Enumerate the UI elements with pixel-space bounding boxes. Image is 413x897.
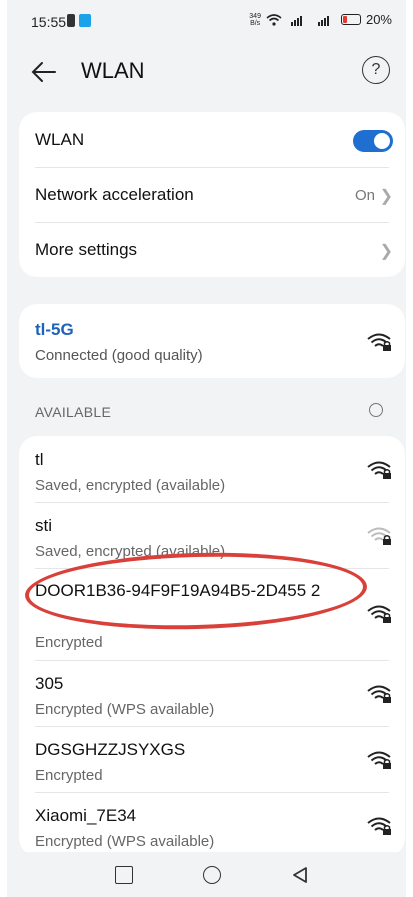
connected-network-status: Connected (good quality) — [35, 347, 203, 364]
network-status: Encrypted (WPS available) — [35, 701, 215, 718]
wlan-toggle-row[interactable]: WLAN — [19, 112, 405, 167]
network-name: DOOR1B36-94F9F19A94B5-2D455 2 — [35, 581, 321, 600]
network-name: sti — [35, 516, 52, 535]
wifi-locked-icon — [367, 751, 391, 769]
network-name: DGSGHZZJSYXGS — [35, 740, 186, 759]
network-status: Saved, encrypted (available) — [35, 543, 226, 560]
more-settings-label: More settings — [35, 240, 138, 259]
network-list-item[interactable]: DGSGHZZJSYXGS Encrypted — [19, 726, 405, 792]
cellular-signal-icon — [290, 15, 302, 26]
status-time: 15:55 — [31, 14, 67, 30]
network-list-item[interactable]: tl Saved, encrypted (available) — [19, 436, 405, 502]
scanning-spinner-icon — [369, 403, 383, 417]
status-bar: 15:55 349 B/s 20% — [7, 0, 406, 44]
network-status: Encrypted (WPS available) — [35, 833, 215, 850]
network-acceleration-label: Network acceleration — [35, 185, 194, 204]
wlan-toggle[interactable] — [353, 130, 393, 152]
available-networks-list: tl Saved, encrypted (available) sti Saved, … — [19, 436, 405, 856]
network-list-item[interactable]: DOOR1B36-94F9F19A94B5-2D455 2 Encrypted — [19, 568, 405, 660]
network-list-item[interactable]: sti Saved, encrypted (available) — [19, 502, 405, 568]
network-name: tl — [35, 450, 44, 469]
status-right-group: 349 B/s 20% — [249, 12, 392, 27]
battery-icon — [340, 14, 361, 25]
wifi-locked-icon — [367, 461, 391, 479]
recent-apps-icon[interactable] — [115, 866, 133, 884]
network-list-item[interactable]: Xiaomi_7E34 Encrypted (WPS available) — [19, 792, 405, 856]
connected-network-card[interactable]: tl-5G Connected (good quality) — [19, 304, 405, 378]
cellular-signal-2-icon — [317, 15, 329, 26]
battery-percent: 20% — [365, 12, 392, 27]
network-name: Xiaomi_7E34 — [35, 806, 137, 825]
notification-app-icon — [67, 14, 75, 27]
network-name: 305 — [35, 674, 64, 693]
wlan-settings-screen: 15:55 349 B/s 20% WLAN ? WLAN Network ac… — [7, 0, 406, 897]
network-acceleration-value: On — [354, 187, 375, 204]
wlan-label: WLAN — [35, 130, 85, 149]
home-icon[interactable] — [203, 866, 221, 884]
system-navigation-bar — [7, 852, 406, 897]
back-triangle-icon[interactable] — [291, 866, 309, 884]
wifi-status-icon — [266, 13, 282, 26]
network-speed: 349 B/s — [249, 13, 261, 27]
network-speed-unit: B/s — [250, 19, 261, 27]
network-status: Encrypted — [35, 767, 103, 784]
more-settings-row[interactable]: More settings ❯ — [19, 222, 405, 277]
wifi-locked-icon — [367, 605, 391, 623]
page-title: WLAN — [81, 58, 145, 83]
available-section-label: AVAILABLE — [35, 404, 112, 420]
network-status: Saved, encrypted (available) — [35, 477, 226, 494]
connected-network-name: tl-5G — [35, 320, 74, 339]
wifi-locked-icon — [367, 685, 391, 703]
wifi-weak-locked-icon — [367, 527, 391, 545]
page-header: WLAN ? — [7, 50, 406, 94]
network-list-item[interactable]: 305 Encrypted (WPS available) — [19, 660, 405, 726]
back-arrow-icon[interactable] — [29, 58, 59, 86]
network-status: Encrypted — [35, 634, 103, 651]
chevron-right-icon: ❯ — [379, 188, 393, 205]
network-speed-value: 349 — [249, 12, 261, 20]
wifi-locked-icon — [367, 817, 391, 835]
help-icon[interactable]: ? — [362, 56, 390, 84]
notification-icons — [67, 14, 91, 27]
notification-message-icon — [79, 14, 91, 27]
chevron-right-icon: ❯ — [379, 243, 393, 260]
wlan-settings-card: WLAN Network acceleration On ❯ More sett… — [19, 112, 405, 277]
network-acceleration-row[interactable]: Network acceleration On ❯ — [19, 167, 405, 222]
wifi-locked-icon — [367, 333, 391, 351]
